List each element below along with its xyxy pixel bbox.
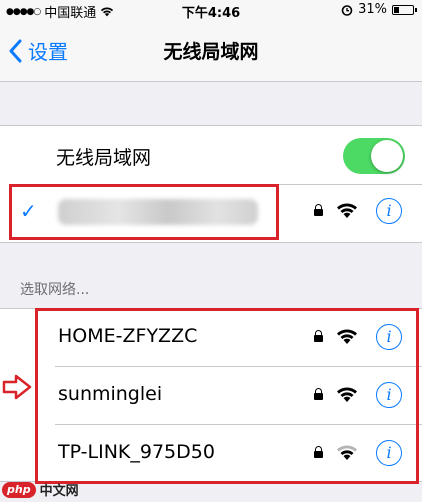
lock-icon bbox=[314, 204, 323, 216]
watermark-logo: php bbox=[2, 481, 36, 498]
wifi-toggle-label: 无线局域网 bbox=[56, 147, 152, 169]
battery-fill bbox=[394, 6, 399, 13]
toggle-knob bbox=[371, 140, 403, 172]
battery-percent: 31% bbox=[358, 2, 387, 17]
battery-icon bbox=[392, 4, 417, 15]
alarm-icon bbox=[341, 4, 353, 16]
watermark-text: 中文网 bbox=[39, 484, 79, 499]
page-title: 无线局域网 bbox=[163, 41, 259, 63]
wifi-icon bbox=[337, 203, 357, 218]
highlight-box-connected bbox=[9, 184, 279, 240]
status-bar: ●●●●○ 中国联通 下午4:46 31% bbox=[0, 0, 422, 21]
info-icon[interactable]: i bbox=[376, 198, 402, 224]
arrow-right-icon bbox=[2, 374, 32, 400]
watermark: php 中文网 bbox=[2, 480, 79, 499]
highlight-box-networks bbox=[35, 308, 419, 484]
status-right: 31% bbox=[341, 2, 417, 17]
nav-bar: 设置 无线局域网 bbox=[0, 20, 422, 82]
wifi-toggle-row: 无线局域网 bbox=[0, 126, 422, 184]
section-header: 选取网络... bbox=[20, 282, 90, 298]
wifi-toggle[interactable] bbox=[343, 138, 405, 174]
